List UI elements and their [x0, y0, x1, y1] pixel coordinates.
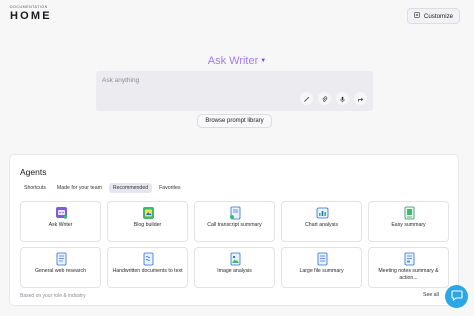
- agent-card-label: Easy summary: [391, 222, 426, 228]
- agent-card[interactable]: Easy summary: [368, 201, 449, 242]
- image-analysis-icon: [229, 252, 242, 266]
- agent-card[interactable]: Large file summary: [281, 247, 362, 288]
- prompt-toolbar: [300, 92, 367, 105]
- customize-button[interactable]: Customize: [407, 8, 460, 24]
- customize-icon: [414, 12, 420, 20]
- top-header: DOCUMENTATION HOME Customize: [0, 0, 474, 32]
- voice-input-button[interactable]: [336, 92, 349, 105]
- tab-recommended[interactable]: Recommended: [108, 183, 153, 193]
- agent-card-label: Blog builder: [133, 222, 162, 228]
- ask-writer-selector[interactable]: Ask Writer ▼: [0, 55, 474, 67]
- blog-builder-icon: [142, 206, 155, 220]
- agent-card[interactable]: Blog builder: [107, 201, 188, 242]
- ask-writer-title: Ask Writer: [207, 55, 259, 67]
- tab-shortcuts[interactable]: Shortcuts: [20, 183, 50, 193]
- chat-support-button[interactable]: [445, 285, 468, 308]
- agent-card[interactable]: Image analysis: [194, 247, 275, 288]
- large-file-icon: [316, 252, 329, 266]
- agent-card[interactable]: Ask Writer: [20, 201, 101, 242]
- agent-card[interactable]: General web research: [20, 247, 101, 288]
- agent-card-label: General web research: [34, 268, 87, 274]
- browse-prompt-library-button[interactable]: Browse prompt library: [197, 114, 272, 128]
- send-button[interactable]: [354, 92, 367, 105]
- chevron-down-icon: ▼: [260, 58, 267, 65]
- agent-card[interactable]: Meeting notes summary & action...: [368, 247, 449, 288]
- chat-bubble-icon: [450, 288, 463, 306]
- prompt-box[interactable]: Ask anything: [96, 71, 373, 111]
- agents-panel: Agents Shortcuts Made for your team Reco…: [9, 154, 459, 306]
- magic-wand-icon: [303, 90, 310, 108]
- see-all-link[interactable]: See all: [423, 292, 439, 298]
- customize-label: Customize: [423, 12, 454, 20]
- tab-made-for-your-team[interactable]: Made for your team: [53, 183, 106, 193]
- easy-summary-icon: [403, 206, 416, 220]
- paperclip-icon: [321, 90, 328, 108]
- writer-bot-icon: [55, 206, 68, 220]
- agent-card[interactable]: Chart analysis: [281, 201, 362, 242]
- agent-card-label: Call transcript summary: [207, 222, 262, 228]
- agent-card[interactable]: Handwritten documents to text: [107, 247, 188, 288]
- agent-card-label: Chart analysis: [305, 222, 338, 228]
- recommendation-note: Based on your role & industry: [20, 293, 86, 299]
- agent-card-label: Ask Writer: [48, 222, 73, 228]
- attach-button[interactable]: [318, 92, 331, 105]
- web-research-icon: [55, 252, 68, 266]
- prompt-input[interactable]: Ask anything: [102, 77, 139, 84]
- meeting-notes-icon: [403, 252, 416, 266]
- agent-card[interactable]: Call transcript summary: [194, 201, 275, 242]
- agent-card-label: Meeting notes summary & action...: [378, 268, 439, 281]
- handwritten-doc-icon: [142, 252, 155, 266]
- agent-card-label: Image analysis: [217, 268, 252, 274]
- tab-favorites[interactable]: Favorites: [155, 183, 184, 193]
- chart-analysis-icon: [316, 206, 329, 220]
- agent-card-label: Handwritten documents to text: [112, 268, 183, 274]
- send-arrow-icon: [357, 90, 364, 108]
- page-title: HOME: [10, 10, 52, 22]
- agents-title: Agents: [20, 167, 47, 177]
- magic-wand-button[interactable]: [300, 92, 313, 105]
- microphone-icon: [339, 90, 346, 108]
- agent-card-label: Large file summary: [299, 268, 344, 274]
- call-transcript-icon: [229, 206, 242, 220]
- section-label: DOCUMENTATION: [10, 5, 48, 9]
- agents-tabs: Shortcuts Made for your team Recommended…: [20, 183, 184, 193]
